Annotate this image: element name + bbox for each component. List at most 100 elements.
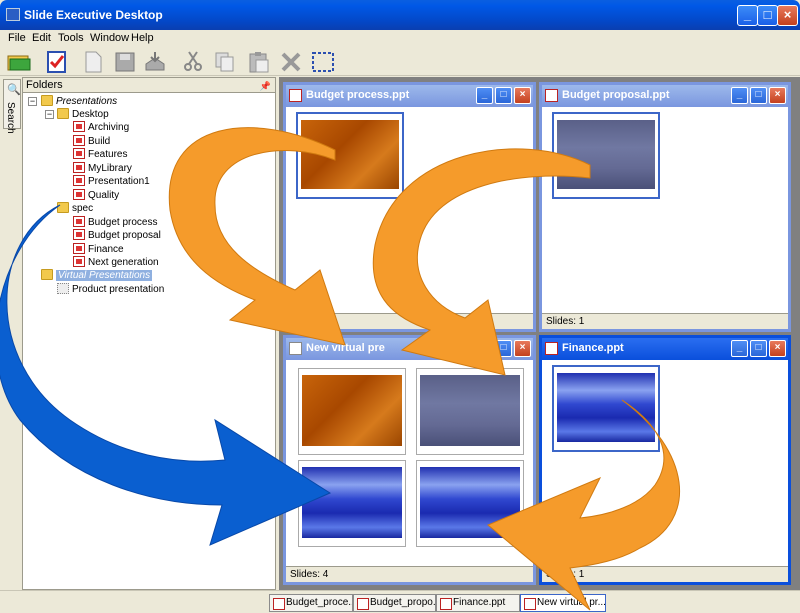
window-new-virtual-presentation[interactable]: New virtual pre _ □ × Slides: 4 [283,335,536,585]
window-titlebar: New virtual pre _ □ × [286,338,533,360]
save-icon[interactable] [112,50,138,74]
minimize-button[interactable]: _ [731,87,748,104]
status-bar: Slides: 1 [542,566,788,582]
maximize-button[interactable]: □ [750,340,767,357]
app-titlebar: Slide Executive Desktop _ □ × [0,0,800,30]
window-budget-process[interactable]: Budget process.ppt _ □ × Slides: 1 [283,82,536,332]
tree-node-budget-proposal[interactable]: Budget proposal [73,229,161,242]
tree-node-mylibrary[interactable]: MyLibrary [73,162,132,175]
maximize-button[interactable]: □ [757,5,778,26]
close-button[interactable]: × [769,87,786,104]
ppt-file-icon [73,229,85,240]
close-button[interactable]: × [514,87,531,104]
folders-title: Folders [26,79,63,91]
tree-node-presentation1[interactable]: Presentation1 [73,175,150,188]
minimize-button[interactable]: _ [476,340,493,357]
taskbar-item-finance[interactable]: Finance.ppt [436,594,520,612]
ppt-file-icon [73,135,85,146]
close-button[interactable]: × [769,340,786,357]
tree-node-archiving[interactable]: Archiving [73,121,129,134]
minimize-button[interactable]: _ [476,87,493,104]
slide-thumbnail[interactable] [296,112,404,199]
app-icon [6,8,20,21]
tree-node-presentations[interactable]: Presentations [41,95,117,108]
window-titlebar: Budget proposal.ppt _ □ × [542,85,788,107]
paste-icon[interactable] [246,50,272,74]
tree-node-virtual-presentations[interactable]: Virtual Presentations [41,269,153,282]
status-bar: Slides: 1 [542,313,788,329]
menu-help[interactable]: Help [131,32,154,44]
menu-file[interactable]: File [8,32,26,44]
ppt-file-icon [73,216,85,227]
folder-icon [41,95,53,106]
window-taskbar: Budget_proce... Budget_propo... Finance.… [0,590,800,613]
cut-icon[interactable] [180,50,206,74]
window-title: Budget process.ppt [306,89,410,101]
tree-node-quality[interactable]: Quality [73,189,119,202]
minimize-button[interactable]: _ [737,5,758,26]
folders-panel: Folders 📌 − Presentations − Desktop Arch… [22,77,276,590]
search-tab-label: Search [5,102,16,134]
minimize-button[interactable]: _ [731,340,748,357]
select-icon[interactable] [310,50,336,74]
app-title: Slide Executive Desktop [24,8,163,22]
menu-window[interactable]: Window [90,32,129,44]
maximize-button[interactable]: □ [750,87,767,104]
tree-node-finance[interactable]: Finance [73,243,124,256]
window-finance[interactable]: Finance.ppt _ □ × Slides: 1 [539,335,791,585]
folders-header: Folders 📌 [23,78,275,93]
ppt-file-icon [73,243,85,254]
menu-edit[interactable]: Edit [32,32,51,44]
copy-icon[interactable] [212,50,238,74]
tree-node-desktop[interactable]: Desktop [57,108,109,121]
tree-node-budget-process[interactable]: Budget process [73,216,158,229]
menu-tools[interactable]: Tools [58,32,84,44]
taskbar-item-budget-proposal[interactable]: Budget_propo... [353,594,436,612]
ppt-file-icon [545,89,558,102]
status-bar: Slides: 4 [286,566,533,582]
folder-icon [41,269,53,280]
slide-thumbnail[interactable] [416,460,524,547]
tree-node-spec[interactable]: spec [57,202,93,215]
toolbar [0,48,800,76]
open-icon[interactable] [6,50,32,74]
window-title: Finance.ppt [562,342,624,354]
search-tab[interactable]: 🔍 Search [3,79,21,134]
slide-thumbnail[interactable] [416,368,524,455]
ppt-file-icon [289,89,302,102]
slide-thumbnail[interactable] [552,365,660,452]
search-icon: 🔍 [7,84,21,96]
export-icon[interactable] [142,50,168,74]
delete-icon[interactable] [278,50,304,74]
close-button[interactable]: × [777,5,798,26]
ppt-file-icon [73,162,85,173]
maximize-button[interactable]: □ [495,340,512,357]
ppt-file-icon [73,256,85,267]
menu-bar: File Edit Tools Window Help [0,30,800,48]
taskbar-item-budget-process[interactable]: Budget_proce... [269,594,353,612]
mdi-workspace: Budget process.ppt _ □ × Slides: 1 Budge… [279,77,800,590]
slide-thumbnail[interactable] [298,460,406,547]
slide-thumbnail[interactable] [298,368,406,455]
tree-node-product-presentation[interactable]: Product presentation [57,283,164,296]
slide-thumbnail[interactable] [552,112,660,199]
window-title: New virtual pre [306,342,385,354]
tree-node-next-generation[interactable]: Next generation [73,256,159,269]
maximize-button[interactable]: □ [495,87,512,104]
collapse-toggle[interactable]: − [28,97,37,106]
pin-icon[interactable]: 📌 [260,79,271,93]
status-bar: Slides: 1 [286,313,533,329]
virtual-presentation-icon [57,283,69,294]
new-icon[interactable] [80,50,106,74]
checklist-icon[interactable] [44,50,70,74]
folder-icon [57,202,69,213]
tree-node-build[interactable]: Build [73,135,110,148]
ppt-file-icon [73,175,85,186]
close-button[interactable]: × [514,340,531,357]
collapse-toggle[interactable]: − [45,110,54,119]
window-title: Budget proposal.ppt [562,89,670,101]
tree-node-features[interactable]: Features [73,148,127,161]
window-budget-proposal[interactable]: Budget proposal.ppt _ □ × Slides: 1 [539,82,791,332]
ppt-file-icon [73,189,85,200]
taskbar-item-new-virtual[interactable]: New virtual pr... [520,594,606,612]
